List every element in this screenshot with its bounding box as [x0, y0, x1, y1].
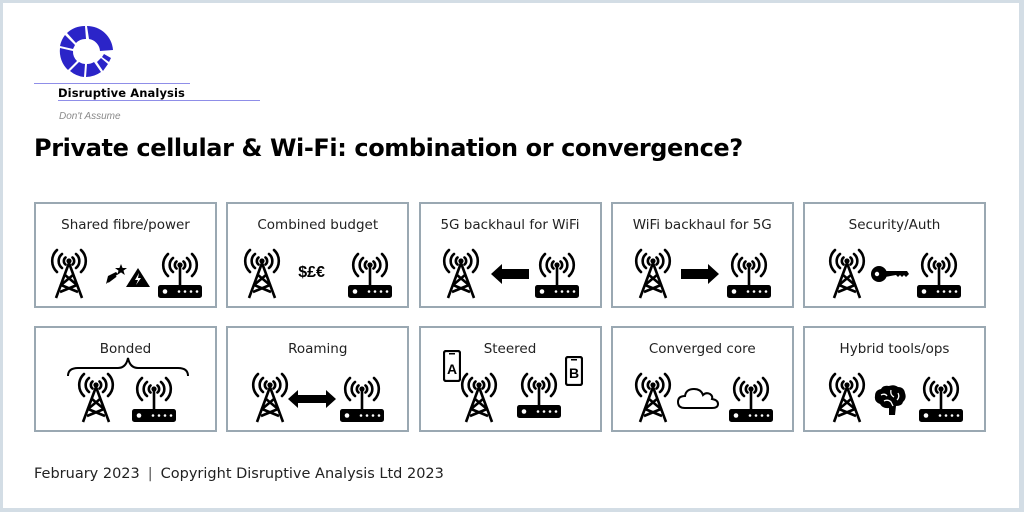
cell-tower-icon: [250, 372, 290, 424]
card-label: Hybrid tools/ops: [839, 341, 950, 357]
key-icon: [871, 266, 909, 282]
card-label: Combined budget: [257, 217, 379, 233]
footer-separator: |: [147, 466, 153, 482]
card-steered: Steered A B: [418, 326, 602, 432]
wifi-router-icon: [725, 252, 773, 300]
card-label: Bonded: [99, 341, 152, 357]
page-title: Private cellular & Wi-Fi: combination or…: [34, 134, 743, 162]
cell-tower-icon: [49, 248, 89, 300]
footer: February 2023 | Copyright Disruptive Analy…: [34, 466, 444, 482]
shooting-star-and-high-voltage-icon: [106, 264, 150, 287]
card-5g-backhaul-for-wifi: 5G backhaul for WiFi: [418, 202, 602, 308]
wifi-router-icon: [156, 252, 204, 300]
card-roaming: Roaming: [226, 326, 410, 432]
wifi-router-icon: [346, 252, 394, 300]
card-label: 5G backhaul for WiFi: [440, 217, 580, 233]
wifi-router-icon: [915, 252, 963, 300]
card-label: Security/Auth: [848, 217, 941, 233]
card-label: Converged core: [648, 341, 756, 357]
card-combined-budget: Combined budget $£€: [226, 202, 410, 308]
cell-tower-icon: [633, 248, 673, 300]
card-wifi-backhaul-for-5g: WiFi backhaul for 5G: [610, 202, 794, 308]
arrow-left-icon: [490, 264, 529, 284]
cell-tower-icon: [242, 248, 282, 300]
card-label: Roaming: [288, 341, 348, 357]
arrow-right-icon: [680, 264, 719, 284]
card-converged-core: Converged core: [610, 326, 794, 432]
cloud-icon: [676, 387, 719, 409]
cell-tower-icon: [459, 372, 499, 424]
cell-tower-icon: [441, 248, 481, 300]
card-security-auth: Security/Auth: [803, 202, 986, 308]
wifi-router-icon: [533, 252, 581, 300]
brain-icon: [874, 385, 906, 415]
cell-tower-icon: [633, 372, 673, 424]
wifi-router-icon: [130, 376, 178, 424]
disruptive-analysis-logo-icon: [59, 25, 113, 77]
footer-copyright: Copyright Disruptive Analysis Ltd 2023: [160, 466, 444, 482]
logo-rule-top: [34, 83, 190, 84]
double-arrow-icon: [288, 390, 337, 408]
wifi-router-icon: [727, 376, 775, 424]
currency-symbols: $£€: [298, 264, 325, 281]
wifi-router-icon: [338, 376, 386, 424]
footer-date: February 2023: [34, 466, 140, 482]
card-bonded: Bonded: [34, 326, 217, 432]
cell-tower-icon: [827, 372, 867, 424]
cell-tower-icon: [76, 372, 116, 424]
card-hybrid-tools-ops: Hybrid tools/ops: [803, 326, 986, 432]
card-label: WiFi backhaul for 5G: [632, 217, 772, 233]
cell-tower-icon: [827, 248, 867, 300]
wifi-router-icon: [515, 372, 563, 420]
wifi-router-icon: [917, 376, 965, 424]
brand-name: Disruptive Analysis: [58, 86, 185, 100]
card-label: Shared fibre/power: [61, 217, 190, 233]
scenario-grid: Shared fibre/power Combined budget $£€ 5…: [34, 202, 986, 432]
card-shared-fibre-power: Shared fibre/power: [34, 202, 217, 308]
brand-tagline: Don't Assume: [59, 111, 121, 122]
logo-rule-bottom: [58, 100, 260, 101]
